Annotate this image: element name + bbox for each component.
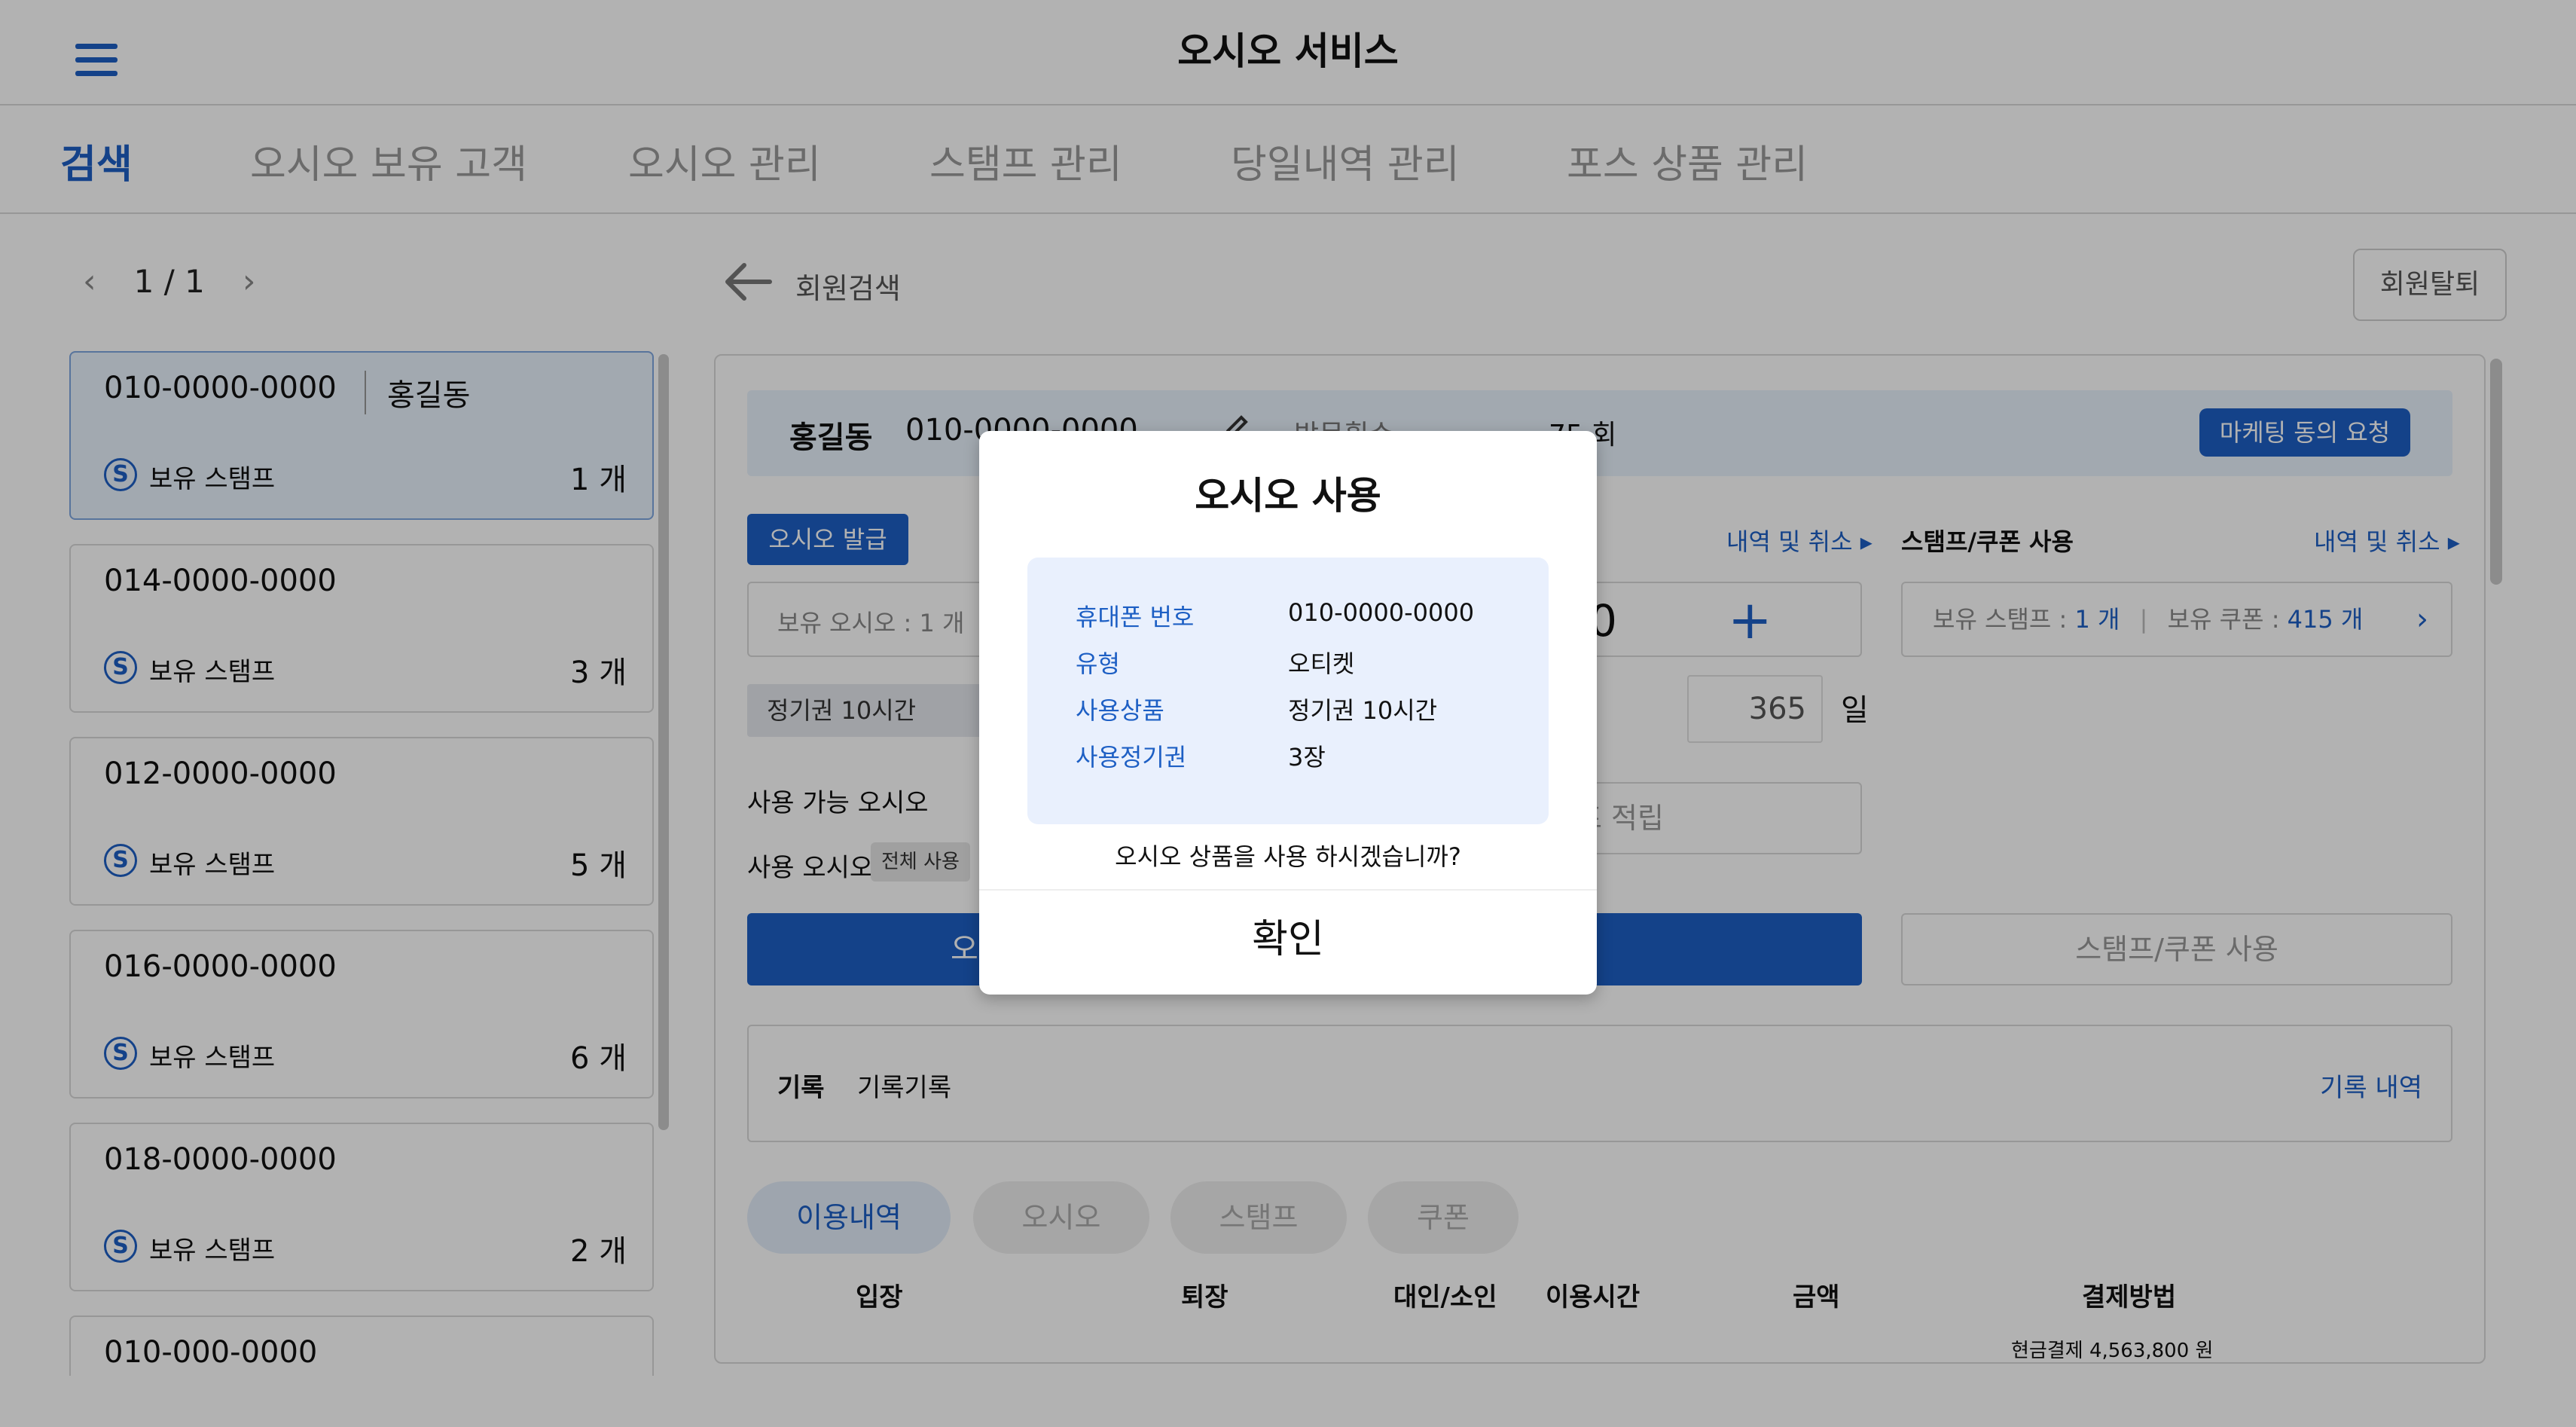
info-row: 휴대폰 번호 010-0000-0000: [1076, 598, 1474, 633]
info-key: 휴대폰 번호: [1076, 603, 1195, 631]
info-row: 사용상품 정기권 10시간: [1076, 692, 1437, 726]
info-row: 사용정기권 3장: [1076, 738, 1326, 773]
info-value: 010-0000-0000: [1288, 598, 1475, 627]
info-value: 정기권 10시간: [1288, 696, 1438, 725]
osio-use-dialog: 오시오 사용 휴대폰 번호 010-0000-0000 유형 오티켓 사용상품 …: [979, 431, 1597, 995]
info-row: 유형 오티켓: [1076, 645, 1354, 680]
dialog-title: 오시오 사용: [1195, 474, 1381, 518]
info-key: 사용정기권: [1076, 743, 1187, 772]
dialog-info-box: 휴대폰 번호 010-0000-0000 유형 오티켓 사용상품 정기권 10시…: [1027, 558, 1549, 824]
info-value: 3장: [1288, 743, 1326, 772]
info-value: 오티켓: [1288, 649, 1355, 678]
info-key: 사용상품: [1076, 696, 1164, 725]
dialog-question: 오시오 상품을 사용 하시겠습니까?: [1115, 842, 1461, 871]
confirm-button[interactable]: 확인: [979, 891, 1597, 995]
info-key: 유형: [1076, 649, 1120, 678]
